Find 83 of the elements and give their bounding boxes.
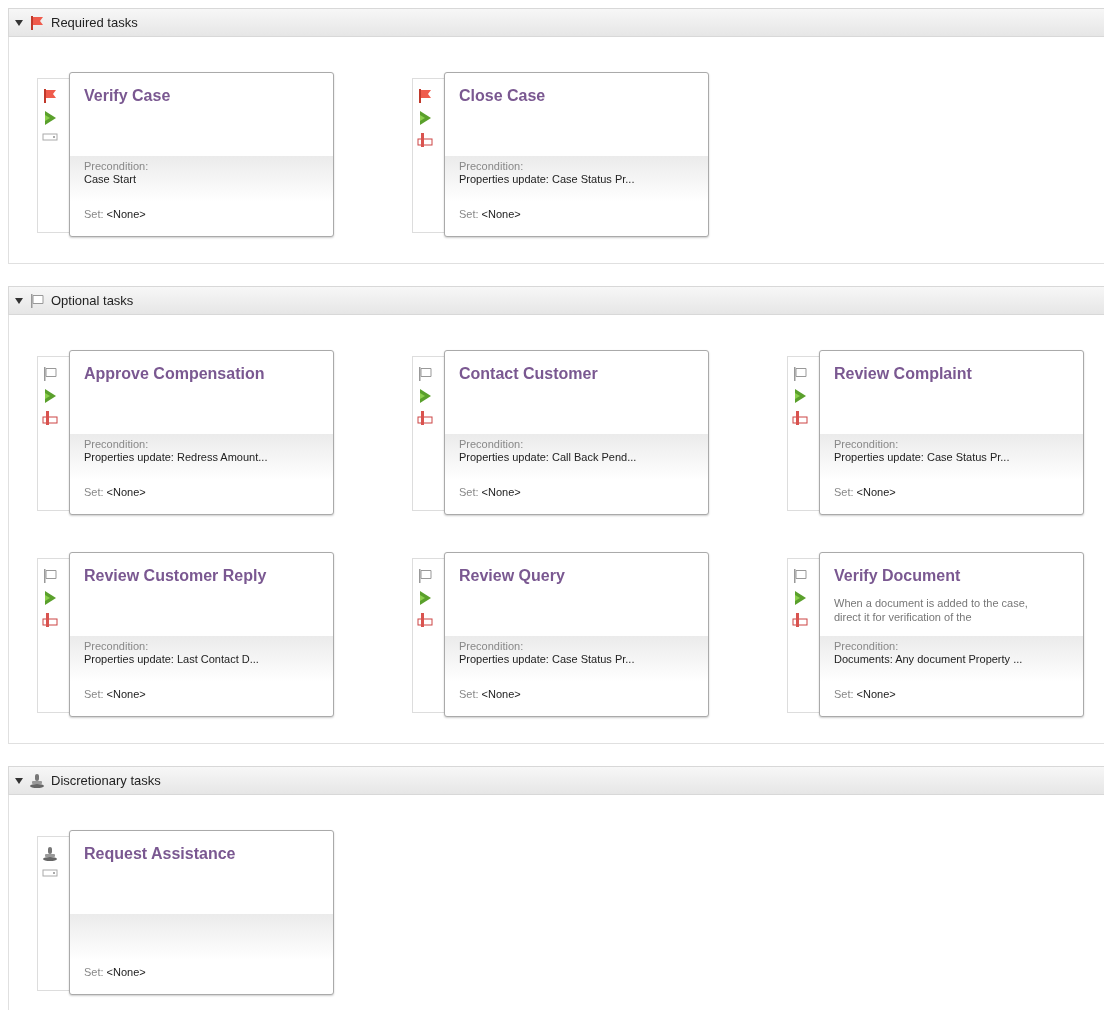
precondition-label: Precondition: (834, 640, 900, 653)
flag-icon (416, 568, 433, 584)
precondition-value: Properties update: Redress Amount... (84, 451, 269, 464)
section-title: Required tasks (51, 13, 138, 32)
set-label: Set: (834, 687, 854, 702)
precondition-label: Precondition: (834, 438, 900, 451)
precondition-value: Case Start (84, 173, 137, 186)
flag-icon (791, 366, 808, 382)
stamp-icon (29, 772, 45, 789)
precondition-label: Precondition: (84, 438, 150, 451)
stamp-icon (41, 846, 58, 862)
task-description: When a document is added to the case, direct it for verification of the (834, 596, 1029, 624)
section-title: Discretionary tasks (51, 771, 161, 790)
flag-icon (41, 568, 58, 584)
lever-icon (791, 410, 808, 426)
set-value: <None> (481, 207, 521, 222)
precondition-value: Properties update: Case Status Pr... (834, 451, 1011, 464)
lever-icon (41, 410, 58, 426)
set-value: <None> (106, 207, 146, 222)
set-value: <None> (856, 485, 896, 500)
precondition-label: Precondition: (84, 160, 150, 173)
task-card[interactable]: Approve Compensation Precondition: Properties update: Redress Amount... Set: <None> (69, 350, 334, 515)
task-card[interactable]: Review Complaint Precondition: Properties update: Case Status Pr... Set: <None> (819, 350, 1084, 515)
lever-icon (416, 410, 433, 426)
set-label: Set: (84, 485, 104, 500)
precondition-value: Properties update: Last Contact D... (84, 653, 260, 666)
flag-icon (41, 88, 58, 104)
set-value: <None> (106, 965, 146, 980)
task-title[interactable]: Review Complaint (834, 362, 1069, 386)
section-title: Optional tasks (51, 291, 134, 310)
precondition-label: Precondition: (84, 640, 150, 653)
task-title[interactable]: Review Query (459, 564, 694, 588)
task-title[interactable]: Review Customer Reply (84, 564, 319, 588)
set-label: Set: (84, 687, 104, 702)
task-title[interactable]: Verify Case (84, 84, 319, 108)
caret-down-icon[interactable] (15, 777, 23, 784)
task-title[interactable]: Contact Customer (459, 362, 694, 386)
lever-icon (41, 612, 58, 628)
set-value: <None> (481, 485, 521, 500)
section-header[interactable]: Optional tasks (8, 286, 1104, 315)
precondition-label: Precondition: (459, 438, 525, 451)
lever-icon (416, 612, 433, 628)
task-card[interactable]: Contact Customer Precondition: Properties update: Call Back Pend... Set: <None> (444, 350, 709, 515)
section-header[interactable]: Required tasks (8, 8, 1104, 37)
task-title[interactable]: Close Case (459, 84, 694, 108)
precondition-value: Properties update: Call Back Pend... (459, 451, 638, 464)
flag-icon (29, 14, 45, 31)
flag-icon (29, 292, 45, 309)
precondition-value: Properties update: Case Status Pr... (459, 653, 636, 666)
task-card[interactable]: Review Customer Reply Precondition: Properties update: Last Contact D... Set: <None> (69, 552, 334, 717)
flag-icon (416, 88, 433, 104)
set-label: Set: (834, 485, 854, 500)
set-label: Set: (84, 207, 104, 222)
flag-icon (41, 366, 58, 382)
lever-icon (416, 132, 433, 148)
set-label: Set: (84, 965, 104, 980)
set-label: Set: (459, 687, 479, 702)
precondition-value: Documents: Any document Property ... (834, 653, 1024, 666)
task-title[interactable]: Verify Document (834, 564, 1069, 588)
flag-icon (791, 568, 808, 584)
lever-icon (791, 612, 808, 628)
task-card[interactable]: Review Query Precondition: Properties update: Case Status Pr... Set: <None> (444, 552, 709, 717)
task-card[interactable]: Verify Case Precondition: Case Start Set: <None> (69, 72, 334, 237)
task-title[interactable]: Approve Compensation (84, 362, 319, 386)
precondition-value: Properties update: Case Status Pr... (459, 173, 636, 186)
caret-down-icon[interactable] (15, 297, 23, 304)
set-label: Set: (459, 485, 479, 500)
set-value: <None> (106, 485, 146, 500)
flag-icon (416, 366, 433, 382)
set-value: <None> (481, 687, 521, 702)
set-label: Set: (459, 207, 479, 222)
task-card[interactable]: Verify Document When a document is added to the case, direct it for verification of the Precondition: Documents: Any document Property ... Set: <None> (819, 552, 1084, 717)
section-header[interactable]: Discretionary tasks (8, 766, 1104, 795)
caret-down-icon[interactable] (15, 19, 23, 26)
slot-icon (41, 868, 58, 878)
set-value: <None> (106, 687, 146, 702)
task-title[interactable]: Request Assistance (84, 842, 319, 866)
set-value: <None> (856, 687, 896, 702)
precondition-label: Precondition: (459, 640, 525, 653)
task-card[interactable]: Request Assistance Set: <None> (69, 830, 334, 995)
task-card[interactable]: Close Case Precondition: Properties update: Case Status Pr... Set: <None> (444, 72, 709, 237)
slot-icon (41, 132, 58, 142)
precondition-label: Precondition: (459, 160, 525, 173)
